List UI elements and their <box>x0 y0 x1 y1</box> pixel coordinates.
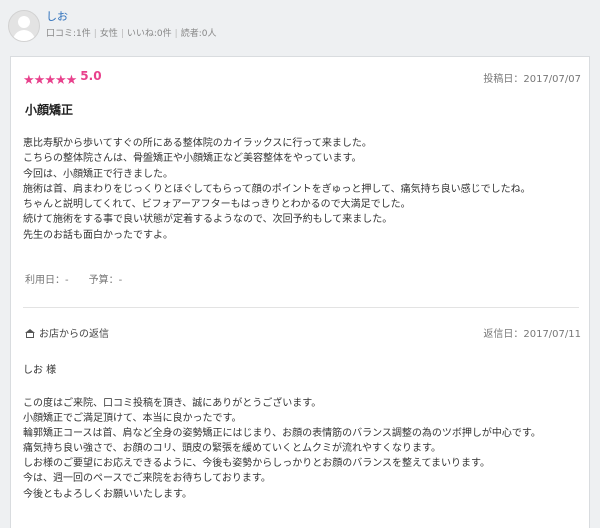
avatar-head <box>18 16 30 28</box>
reply-line: 今後ともよろしくお願いいたします。 <box>23 488 192 500</box>
avatar-body <box>13 30 35 41</box>
reply-date: 返信日：2017/07/11 <box>483 329 581 340</box>
reviewer-header: しお 口コミ:1件 | 女性 | いいね:0件 | 読者:0人 <box>0 0 600 52</box>
posted-date: 投稿日：2017/07/07 <box>483 74 581 85</box>
review-page: しお 口コミ:1件 | 女性 | いいね:0件 | 読者:0人 ★★★★★ 5.0 投稿日：2… <box>0 0 600 528</box>
reply-line: しお様のご要望にお応えできるように、今後も姿勢からしっかりとお顔のバランスを整え… <box>23 458 490 470</box>
home-icon <box>25 329 35 338</box>
review-card: ★★★★★ 5.0 投稿日：2017/07/07 小顔矯正 恵比寿駅から歩いてすぐ… <box>10 56 590 528</box>
usage-date: 利用日：- <box>25 275 69 286</box>
shop-reply-label: お店からの返信 <box>39 329 109 340</box>
review-line: こちらの整体院さんは、骨盤矯正や小顔矯正など美容整体をやっています。 <box>23 153 362 165</box>
review-line: 続けて施術をする事で良い状態が定着するようなので、次回予約もして来ました。 <box>23 214 393 226</box>
review-line: 施術は首、肩まわりをじっくりとほぐしてもらって顔のポイントをぎゅっと押して、痛気… <box>23 183 531 195</box>
review-line: 恵比寿駅から歩いてすぐの所にある整体院のカイラックスに行って来ました。 <box>23 138 372 149</box>
divider <box>23 307 579 308</box>
stat-separator: | <box>174 29 178 39</box>
reply-line: この度はご来院、口コミ投稿を頂き、誠にありがとうございます。 <box>23 398 322 409</box>
stat-likes: いいね:0件 <box>126 29 172 39</box>
reply-line: 小顔矯正でご満足頂けて、本当に良かったです。 <box>23 413 242 425</box>
star-icon: ★ <box>65 73 78 88</box>
review-line: 今回は、小顔矯正で行きました。 <box>23 168 173 180</box>
reply-line: 今は、週一回のペースでご来院をお待ちしております。 <box>23 473 271 485</box>
reviewer-stats: 口コミ:1件 | 女性 | いいね:0件 | 読者:0人 <box>46 26 216 39</box>
reply-greeting: しお 様 <box>23 365 57 376</box>
stat-readers: 読者:0人 <box>180 29 217 39</box>
review-meta: 利用日：- 予算：- <box>25 271 142 286</box>
star-icons: ★★★★★ <box>23 69 78 88</box>
avatar[interactable] <box>8 10 40 42</box>
review-title: 小顔矯正 <box>25 103 74 117</box>
review-body: 恵比寿駅から歩いてすぐの所にある整体院のカイラックスに行って来ました。 こちらの… <box>23 136 583 243</box>
review-line: ちゃんと説明してくれて、ビフォアーアフターもはっきりとわかるので大満足でした。 <box>23 199 411 211</box>
stat-separator: | <box>120 29 124 39</box>
reply-line: 輪郭矯正コースは首、肩など全身の姿勢矯正にはじまり、お顔の表情筋のバランス調整の… <box>23 428 541 440</box>
stat-reviews: 口コミ:1件 <box>46 29 91 39</box>
stat-gender: 女性 <box>99 29 118 39</box>
stat-separator: | <box>93 29 97 39</box>
reply-body: この度はご来院、口コミ投稿を頂き、誠にありがとうございます。 小顔矯正でご満足頂… <box>23 396 583 502</box>
reviewer-name-link[interactable]: しお <box>46 8 68 24</box>
shop-reply-header: お店からの返信 <box>25 325 109 340</box>
star-rating: ★★★★★ 5.0 <box>23 69 102 88</box>
rating-score: 5.0 <box>80 69 102 83</box>
budget: 予算：- <box>88 275 123 286</box>
review-line: 先生のお話も面白かったですよ。 <box>23 229 173 241</box>
reply-line: 痛気持ち良い強さで、お顔のコリ、頭皮の緊張を緩めていくとムクミが流れやすくなりま… <box>23 443 441 455</box>
